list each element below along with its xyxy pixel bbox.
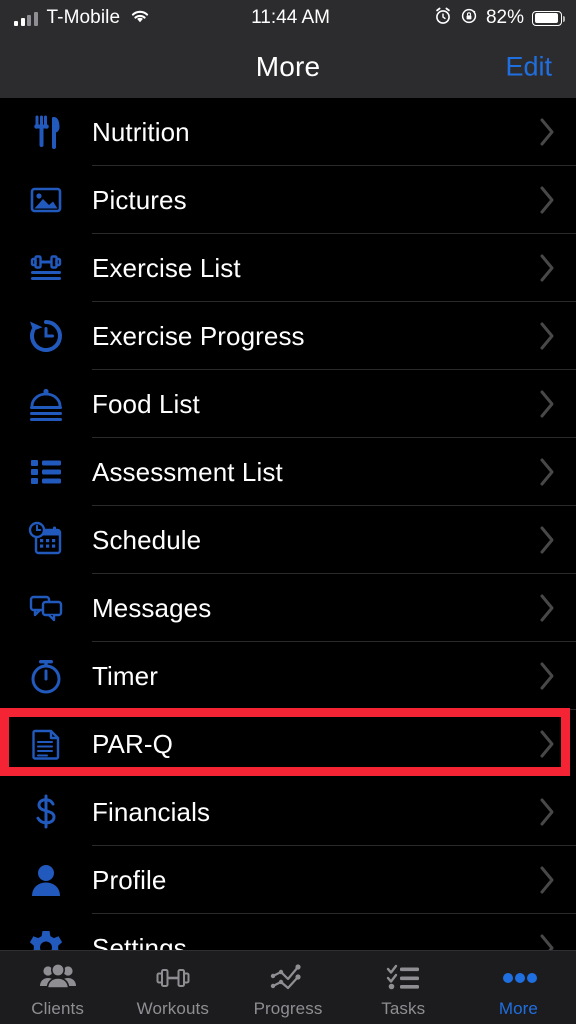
chevron-right-icon bbox=[520, 593, 576, 623]
chat-bubbles-icon bbox=[0, 574, 92, 642]
menu-item-assessment-list[interactable]: Assessment List bbox=[0, 438, 576, 506]
menu-item-schedule[interactable]: Schedule bbox=[0, 506, 576, 574]
food-cloche-icon bbox=[0, 370, 92, 438]
menu-item-settings[interactable]: Settings bbox=[0, 914, 576, 950]
line-chart-icon bbox=[268, 961, 308, 995]
chevron-right-icon bbox=[520, 321, 576, 351]
chevron-right-icon bbox=[520, 661, 576, 691]
menu-item-label: PAR-Q bbox=[92, 729, 520, 760]
carrier-label: T-Mobile bbox=[47, 7, 121, 29]
battery-icon bbox=[532, 11, 562, 26]
dumbbell-list-icon bbox=[0, 234, 92, 302]
alarm-clock-icon bbox=[434, 7, 452, 30]
menu-item-par-q[interactable]: PAR-Q bbox=[0, 710, 576, 778]
status-bar-left: T-Mobile bbox=[14, 7, 151, 29]
menu-item-label: Financials bbox=[92, 797, 520, 828]
edit-button[interactable]: Edit bbox=[505, 52, 552, 83]
chevron-right-icon bbox=[520, 729, 576, 759]
tab-more[interactable]: More bbox=[461, 951, 576, 1024]
rotation-lock-icon bbox=[460, 7, 478, 30]
tab-label: Progress bbox=[254, 999, 323, 1019]
menu-item-pictures[interactable]: Pictures bbox=[0, 166, 576, 234]
menu-item-food-list[interactable]: Food List bbox=[0, 370, 576, 438]
tab-label: More bbox=[499, 999, 538, 1019]
status-bar-right: 82% bbox=[434, 7, 562, 30]
menu-item-label: Profile bbox=[92, 865, 520, 896]
battery-percent-label: 82% bbox=[486, 7, 524, 29]
dollar-sign-icon bbox=[0, 778, 92, 846]
phone-screen: T-Mobile 11:44 AM bbox=[0, 0, 576, 1024]
cellular-signal-icon bbox=[14, 11, 38, 26]
menu-item-label: Assessment List bbox=[92, 457, 520, 488]
tab-tasks[interactable]: Tasks bbox=[346, 951, 461, 1024]
menu-item-label: Schedule bbox=[92, 525, 520, 556]
tab-label: Tasks bbox=[381, 999, 425, 1019]
menu-item-label: Pictures bbox=[92, 185, 520, 216]
tab-bar[interactable]: Clients Workouts bbox=[0, 950, 576, 1024]
document-lines-icon bbox=[0, 710, 92, 778]
menu-item-label: Nutrition bbox=[92, 117, 520, 148]
chevron-right-icon bbox=[520, 389, 576, 419]
fork-knife-icon bbox=[0, 98, 92, 166]
chevron-right-icon bbox=[520, 253, 576, 283]
clock-history-icon bbox=[0, 302, 92, 370]
navigation-bar: More Edit bbox=[0, 36, 576, 98]
bullet-list-icon bbox=[0, 438, 92, 506]
stopwatch-icon bbox=[0, 642, 92, 710]
gear-icon bbox=[0, 914, 92, 950]
dumbbell-icon bbox=[151, 961, 195, 995]
menu-item-label: Exercise Progress bbox=[92, 321, 520, 352]
status-bar-center: 11:44 AM bbox=[151, 7, 434, 29]
chevron-right-icon bbox=[520, 117, 576, 147]
more-menu-list[interactable]: Nutrition Pictures bbox=[0, 98, 576, 950]
menu-item-nutrition[interactable]: Nutrition bbox=[0, 98, 576, 166]
chevron-right-icon bbox=[520, 185, 576, 215]
tab-label: Clients bbox=[31, 999, 84, 1019]
menu-item-profile[interactable]: Profile bbox=[0, 846, 576, 914]
three-dots-icon bbox=[496, 961, 540, 995]
calendar-clock-icon bbox=[0, 506, 92, 574]
person-icon bbox=[0, 846, 92, 914]
tab-workouts[interactable]: Workouts bbox=[115, 951, 230, 1024]
checklist-icon bbox=[382, 961, 424, 995]
chevron-right-icon bbox=[520, 865, 576, 895]
tab-label: Workouts bbox=[137, 999, 209, 1019]
menu-item-label: Messages bbox=[92, 593, 520, 624]
page-title: More bbox=[256, 51, 321, 83]
menu-item-label: Settings bbox=[92, 933, 520, 951]
tab-clients[interactable]: Clients bbox=[0, 951, 115, 1024]
menu-item-timer[interactable]: Timer bbox=[0, 642, 576, 710]
menu-item-label: Timer bbox=[92, 661, 520, 692]
menu-item-financials[interactable]: Financials bbox=[0, 778, 576, 846]
wifi-icon bbox=[129, 8, 151, 29]
menu-item-label: Food List bbox=[92, 389, 520, 420]
chevron-right-icon bbox=[520, 525, 576, 555]
tab-progress[interactable]: Progress bbox=[230, 951, 345, 1024]
photo-icon bbox=[0, 166, 92, 234]
chevron-right-icon bbox=[520, 457, 576, 487]
chevron-right-icon bbox=[520, 933, 576, 950]
people-group-icon bbox=[38, 961, 78, 995]
status-bar: T-Mobile 11:44 AM bbox=[0, 0, 576, 36]
menu-item-exercise-progress[interactable]: Exercise Progress bbox=[0, 302, 576, 370]
menu-item-exercise-list[interactable]: Exercise List bbox=[0, 234, 576, 302]
chevron-right-icon bbox=[520, 797, 576, 827]
menu-item-messages[interactable]: Messages bbox=[0, 574, 576, 642]
clock-label: 11:44 AM bbox=[251, 7, 330, 29]
menu-item-label: Exercise List bbox=[92, 253, 520, 284]
